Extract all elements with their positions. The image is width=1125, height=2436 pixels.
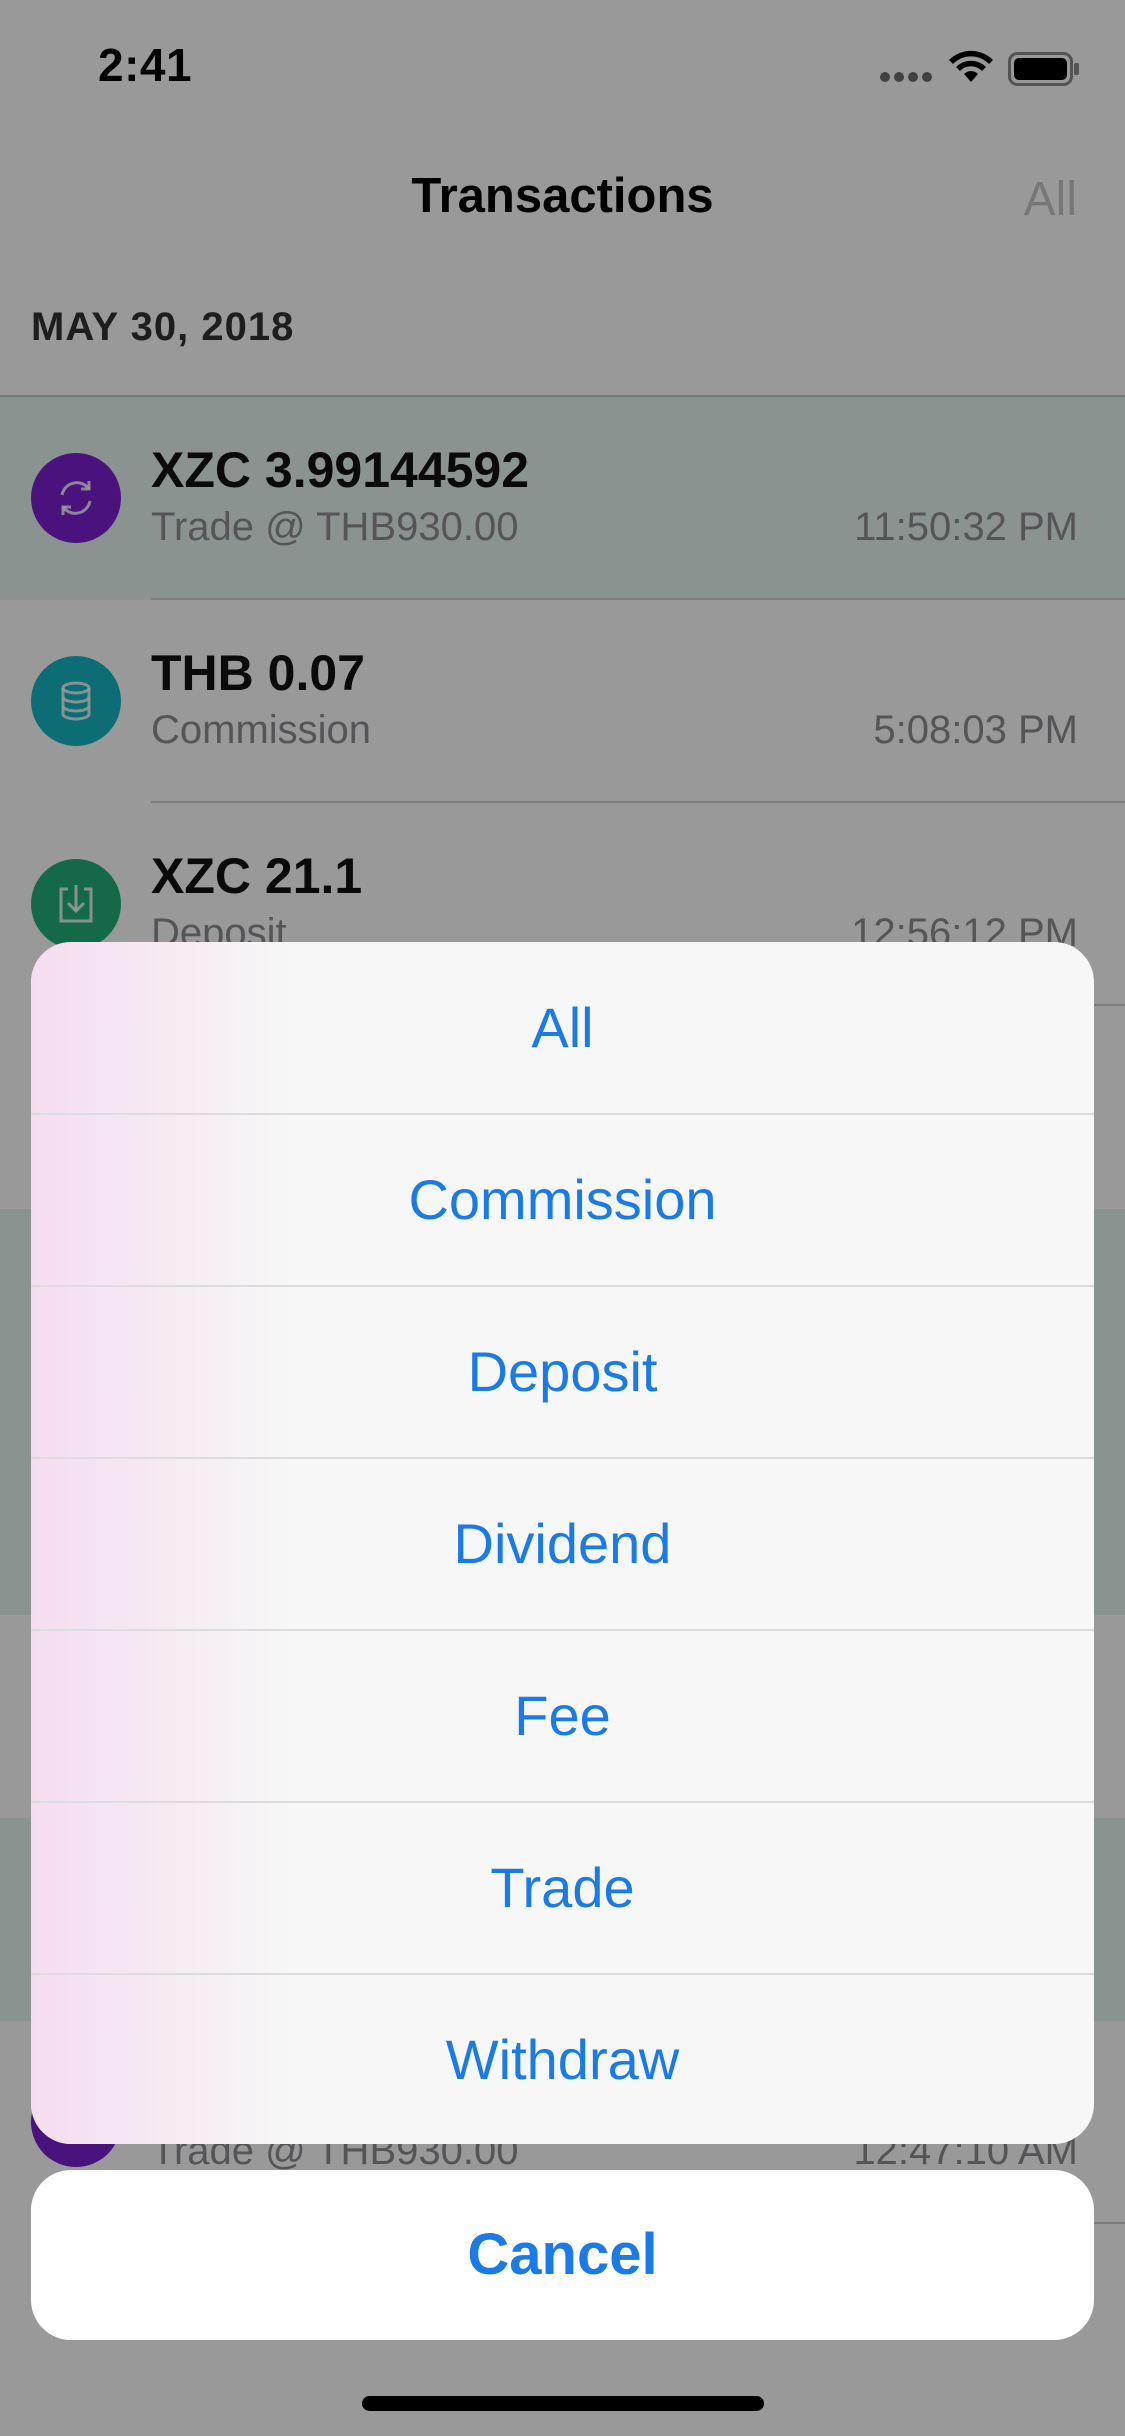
transactions-screen: 2:41 Transactions All MAY 30, 2018 XZC 3… [0,0,1125,2436]
option-commission[interactable]: Commission [31,1114,1094,1285]
option-deposit[interactable]: Deposit [31,1286,1094,1457]
option-withdraw[interactable]: Withdraw [31,1974,1094,2144]
home-indicator[interactable] [362,2396,764,2411]
option-trade[interactable]: Trade [31,1802,1094,1973]
filter-action-sheet: All Commission Deposit Dividend Fee Trad… [31,942,1094,2144]
option-dividend[interactable]: Dividend [31,1458,1094,1629]
option-fee[interactable]: Fee [31,1630,1094,1801]
option-all[interactable]: All [31,942,1094,1113]
cancel-button[interactable]: Cancel [31,2170,1094,2340]
